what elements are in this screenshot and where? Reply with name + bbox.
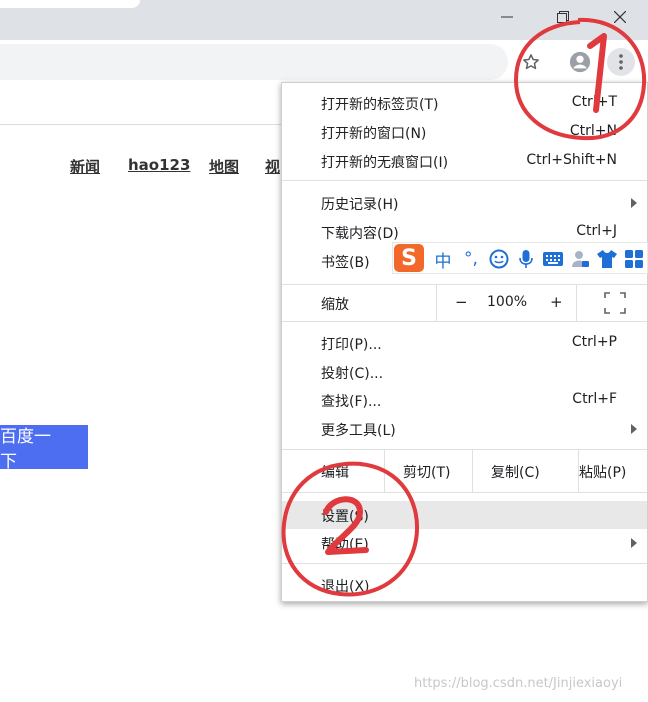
menu-item-history[interactable]: 历史记录(H): [282, 189, 647, 217]
menu-divider: [282, 321, 647, 322]
menu-item-more-tools[interactable]: 更多工具(L): [282, 415, 647, 443]
chrome-menu: 打开新的标签页(T) Ctrl+T 打开新的窗口(N) Ctrl+N 打开新的无…: [281, 82, 648, 602]
menu-item-print[interactable]: 打印(P)... Ctrl+P: [282, 329, 647, 357]
menu-item-shortcut: Ctrl+Shift+N: [526, 152, 617, 168]
zoom-row: 缩放 − 100% +: [282, 285, 647, 321]
menu-item-label: 打印(P)...: [321, 337, 382, 353]
restore-icon: [557, 11, 569, 23]
cut-button[interactable]: 剪切(T): [384, 450, 473, 492]
menu-item-shortcut: Ctrl+N: [569, 123, 617, 139]
keyboard-icon[interactable]: [541, 247, 565, 271]
submenu-arrow-icon: [631, 198, 637, 208]
copy-label: 复制(C): [491, 465, 540, 481]
link-video[interactable]: 视: [265, 156, 280, 177]
menu-item-label: 更多工具(L): [321, 423, 396, 439]
menu-item-label: 打开新的无痕窗口(I): [321, 155, 449, 171]
search-button[interactable]: 百度一下: [0, 425, 88, 472]
avatar-icon: [569, 51, 591, 73]
star-icon: [523, 54, 539, 70]
ime-toolbar: S 中 °,: [392, 242, 648, 274]
ime-mode-toggle[interactable]: 中: [431, 247, 455, 272]
paste-label: 粘贴(P): [579, 465, 627, 481]
submenu-arrow-icon: [631, 424, 637, 434]
minimize-button[interactable]: [484, 0, 530, 34]
page-divider: [0, 124, 300, 125]
restore-button[interactable]: [540, 0, 586, 34]
bookmark-star-button[interactable]: [517, 48, 545, 76]
edit-label: 编辑: [321, 465, 349, 481]
paste-button[interactable]: 粘贴(P): [578, 450, 648, 492]
toolbox-grid-icon[interactable]: [623, 247, 645, 271]
menu-item-incognito[interactable]: 打开新的无痕窗口(I) Ctrl+Shift+N: [282, 147, 647, 175]
address-bar[interactable]: [0, 44, 508, 80]
menu-item-label: 退出(X): [321, 579, 370, 595]
menu-item-settings[interactable]: 设置(S): [282, 501, 647, 529]
close-button[interactable]: [597, 0, 643, 34]
user-icon[interactable]: [569, 247, 591, 271]
link-hao123[interactable]: hao123: [128, 156, 190, 174]
menu-item-help[interactable]: 帮助(E): [282, 529, 647, 557]
menu-item-cast[interactable]: 投射(C)...: [282, 358, 647, 386]
menu-item-shortcut: Ctrl+J: [576, 223, 617, 239]
menu-item-new-tab[interactable]: 打开新的标签页(T) Ctrl+T: [282, 89, 647, 117]
emoji-icon[interactable]: [487, 247, 511, 271]
sogou-logo-icon[interactable]: S: [394, 244, 424, 272]
menu-item-label: 历史记录(H): [321, 197, 399, 213]
zoom-out-button[interactable]: −: [455, 293, 468, 311]
menu-divider: [282, 492, 647, 493]
menu-item-label: 下载内容(D): [321, 226, 399, 242]
zoom-level: 100%: [487, 294, 528, 310]
cut-label: 剪切(T): [403, 465, 451, 481]
browser-toolbar: [0, 40, 648, 84]
menu-item-label: 帮助(E): [321, 537, 369, 553]
menu-item-shortcut: Ctrl+P: [571, 334, 617, 350]
menu-button[interactable]: [607, 48, 635, 76]
tab-edge[interactable]: [0, 0, 140, 8]
menu-item-label: 打开新的标签页(T): [321, 97, 439, 113]
minimize-icon: [501, 16, 513, 18]
menu-item-label: 设置(S): [321, 509, 369, 525]
menu-item-shortcut: Ctrl+T: [571, 94, 617, 110]
menu-item-label: 打开新的窗口(N): [321, 126, 427, 142]
title-bar: [0, 0, 648, 40]
zoom-label: 缩放: [321, 297, 349, 313]
menu-divider: [282, 180, 647, 181]
menu-divider: [282, 563, 647, 564]
link-map[interactable]: 地图: [209, 156, 239, 177]
copy-button[interactable]: 复制(C): [472, 450, 579, 492]
microphone-icon[interactable]: [515, 247, 537, 271]
menu-item-new-window[interactable]: 打开新的窗口(N) Ctrl+N: [282, 118, 647, 146]
kebab-icon: [619, 54, 623, 70]
menu-item-shortcut: Ctrl+F: [572, 391, 617, 407]
link-news[interactable]: 新闻: [70, 156, 100, 177]
close-icon: [614, 11, 626, 23]
zoom-in-button[interactable]: +: [550, 293, 563, 311]
submenu-arrow-icon: [631, 538, 637, 548]
menu-item-label: 书签(B): [321, 255, 370, 271]
skin-shirt-icon[interactable]: [595, 247, 619, 271]
menu-item-find[interactable]: 查找(F)... Ctrl+F: [282, 386, 647, 414]
search-button-label: 百度一下: [0, 427, 51, 472]
edit-row: 编辑 剪切(T) 复制(C) 粘贴(P): [282, 450, 647, 492]
menu-item-label: 查找(F)...: [321, 394, 382, 410]
watermark: https://blog.csdn.net/Jinjiexiaoyi: [414, 676, 623, 691]
menu-item-exit[interactable]: 退出(X): [282, 571, 647, 599]
menu-item-label: 投射(C)...: [321, 366, 384, 382]
annotation-2-label: 2: [270, 452, 271, 453]
fullscreen-icon[interactable]: [604, 292, 626, 314]
profile-button[interactable]: [566, 48, 594, 76]
ime-punct-toggle[interactable]: °,: [459, 247, 483, 271]
